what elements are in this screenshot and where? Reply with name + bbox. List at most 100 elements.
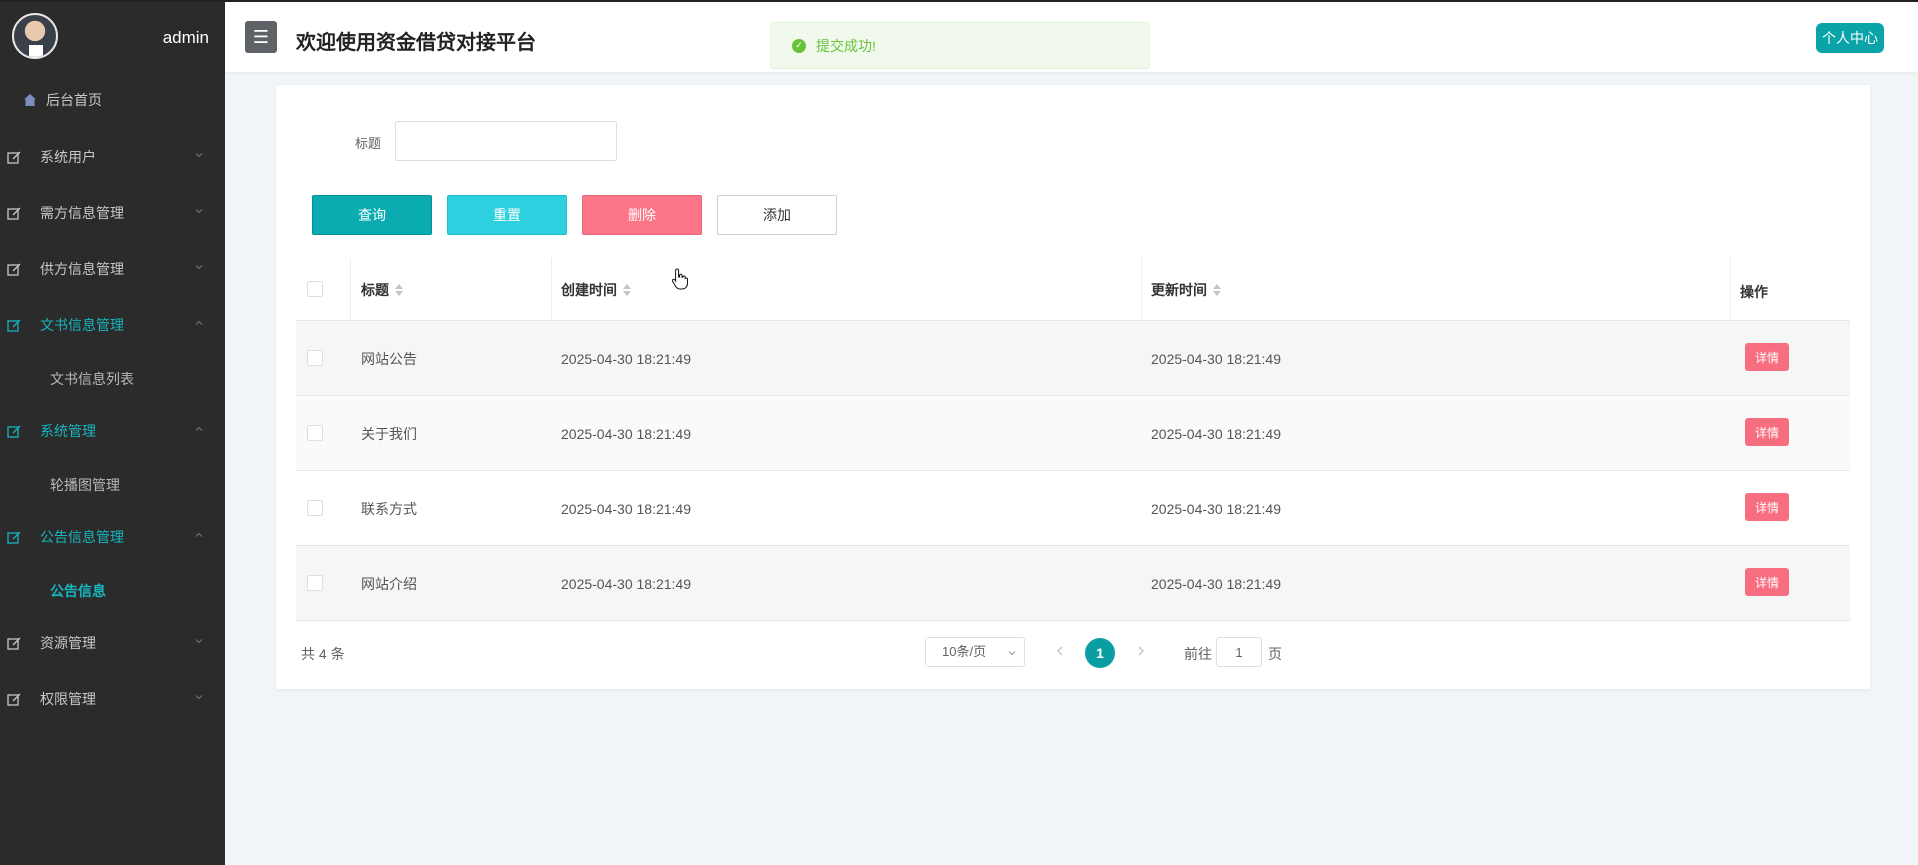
toast-message: 提交成功!	[816, 37, 876, 54]
sort-icon[interactable]	[623, 283, 631, 296]
sidebar-item-label: 系统管理	[40, 423, 96, 439]
sidebar-item-label: 文书信息管理	[40, 317, 124, 333]
detail-button[interactable]: 详情	[1745, 493, 1789, 521]
page-size-value: 10条/页	[942, 644, 987, 659]
sidebar-item-label: 需方信息管理	[40, 205, 124, 221]
search-title-input[interactable]	[395, 121, 617, 161]
reset-button[interactable]: 重置	[447, 195, 567, 235]
sidebar-subitem-carousel[interactable]: 轮播图管理	[50, 475, 120, 495]
edit-icon	[6, 205, 22, 221]
edit-icon	[6, 691, 22, 707]
chevron-right-icon	[1138, 646, 1144, 656]
column-header-created[interactable]: 创建时间	[561, 258, 631, 321]
pagination: 共 4 条 10条/页 1 前往 页	[276, 637, 1870, 669]
sidebar-item-label: 权限管理	[40, 691, 96, 707]
row-checkbox[interactable]	[307, 500, 323, 516]
hamburger-icon: ☰	[252, 27, 270, 47]
edit-icon	[6, 261, 22, 277]
goto-page-input[interactable]	[1216, 637, 1262, 667]
chevron-down-icon	[195, 265, 203, 270]
cell-updated: 2025-04-30 18:21:49	[1151, 575, 1281, 592]
sidebar-subitem-document-list[interactable]: 文书信息列表	[50, 369, 134, 389]
cell-updated: 2025-04-30 18:21:49	[1151, 500, 1281, 517]
chevron-down-icon	[195, 153, 203, 158]
table-row: 网站公告 2025-04-30 18:21:49 2025-04-30 18:2…	[296, 321, 1850, 396]
row-checkbox[interactable]	[307, 425, 323, 441]
sidebar-item-label: 供方信息管理	[40, 261, 124, 277]
column-header-label: 创建时间	[561, 281, 617, 298]
query-button[interactable]: 查询	[312, 195, 432, 235]
select-all-checkbox[interactable]	[307, 281, 323, 297]
goto-label: 前往	[1184, 646, 1212, 662]
sidebar-item-system-users[interactable]: 系统用户	[0, 137, 225, 177]
chevron-up-icon	[195, 532, 203, 537]
page-number-current[interactable]: 1	[1085, 638, 1115, 668]
cell-created: 2025-04-30 18:21:49	[561, 575, 691, 592]
cell-title: 关于我们	[361, 425, 417, 442]
row-checkbox[interactable]	[307, 575, 323, 591]
cell-title: 联系方式	[361, 500, 417, 517]
edit-icon	[6, 317, 22, 333]
page-title: 欢迎使用资金借贷对接平台	[296, 32, 536, 54]
edit-icon	[6, 635, 22, 651]
sidebar-item-documents[interactable]: 文书信息管理	[0, 305, 225, 345]
sidebar-item-permissions[interactable]: 权限管理	[0, 679, 225, 719]
sidebar-item-label: 公告信息管理	[40, 529, 124, 545]
check-circle-icon: ✓	[792, 38, 806, 53]
chevron-down-icon	[1008, 651, 1016, 656]
chevron-down-icon	[195, 695, 203, 700]
chevron-up-icon	[195, 320, 203, 325]
next-page-button[interactable]	[1137, 643, 1145, 659]
sort-icon[interactable]	[1213, 283, 1221, 296]
admin-name: admin	[162, 28, 209, 47]
edit-icon	[6, 149, 22, 165]
prev-page-button[interactable]	[1056, 643, 1064, 659]
chevron-up-icon	[195, 426, 203, 431]
sidebar-item-home[interactable]: 后台首页	[0, 80, 225, 120]
column-header-actions: 操作	[1740, 260, 1768, 323]
sidebar-item-announcements[interactable]: 公告信息管理	[0, 517, 225, 557]
table-row: 网站介绍 2025-04-30 18:21:49 2025-04-30 18:2…	[296, 546, 1850, 621]
sort-icon[interactable]	[395, 283, 403, 296]
sidebar-header: admin	[0, 0, 225, 76]
content-card: 标题 查询 重置 删除 添加 标题 创建时间 更新时间 操作 网站公告 2025…	[276, 85, 1870, 689]
sidebar-item-label: 后台首页	[46, 92, 102, 108]
detail-button[interactable]: 详情	[1745, 418, 1789, 446]
chevron-down-icon	[195, 639, 203, 644]
success-toast: ✓ 提交成功!	[770, 22, 1150, 69]
sidebar-item-demand[interactable]: 需方信息管理	[0, 193, 225, 233]
edit-icon	[6, 423, 22, 439]
menu-toggle-button[interactable]: ☰	[245, 21, 277, 53]
pagination-total: 共 4 条	[301, 646, 345, 662]
top-border	[0, 0, 1918, 2]
table-header: 标题 创建时间 更新时间 操作	[296, 258, 1850, 321]
data-table: 标题 创建时间 更新时间 操作 网站公告 2025-04-30 18:21:49…	[296, 258, 1850, 621]
sidebar-item-label: 系统用户	[40, 149, 96, 165]
sidebar-item-system-management[interactable]: 系统管理	[0, 411, 225, 451]
avatar[interactable]	[12, 13, 58, 59]
column-header-label: 标题	[361, 281, 389, 298]
cell-title: 网站介绍	[361, 575, 417, 592]
sidebar-item-resources[interactable]: 资源管理	[0, 623, 225, 663]
sidebar-subitem-announcement-info[interactable]: 公告信息	[50, 581, 106, 601]
cell-created: 2025-04-30 18:21:49	[561, 350, 691, 367]
cell-updated: 2025-04-30 18:21:49	[1151, 425, 1281, 442]
cell-created: 2025-04-30 18:21:49	[561, 425, 691, 442]
detail-button[interactable]: 详情	[1745, 568, 1789, 596]
page-size-select[interactable]: 10条/页	[925, 637, 1025, 667]
sidebar-item-supply[interactable]: 供方信息管理	[0, 249, 225, 289]
column-header-title[interactable]: 标题	[361, 258, 403, 321]
cell-title: 网站公告	[361, 350, 417, 367]
user-center-button[interactable]: 个人中心	[1816, 23, 1884, 53]
delete-button[interactable]: 删除	[582, 195, 702, 235]
home-icon	[22, 92, 38, 108]
row-checkbox[interactable]	[307, 350, 323, 366]
detail-button[interactable]: 详情	[1745, 343, 1789, 371]
sidebar-item-label: 资源管理	[40, 635, 96, 651]
sidebar: admin 后台首页 系统用户 需方信息管理 供方信息管理 文书信息管理 文书信…	[0, 0, 225, 865]
column-header-label: 操作	[1740, 283, 1768, 300]
add-button[interactable]: 添加	[717, 195, 837, 235]
goto-suffix: 页	[1268, 646, 1282, 662]
cell-created: 2025-04-30 18:21:49	[561, 500, 691, 517]
column-header-updated[interactable]: 更新时间	[1151, 258, 1221, 321]
